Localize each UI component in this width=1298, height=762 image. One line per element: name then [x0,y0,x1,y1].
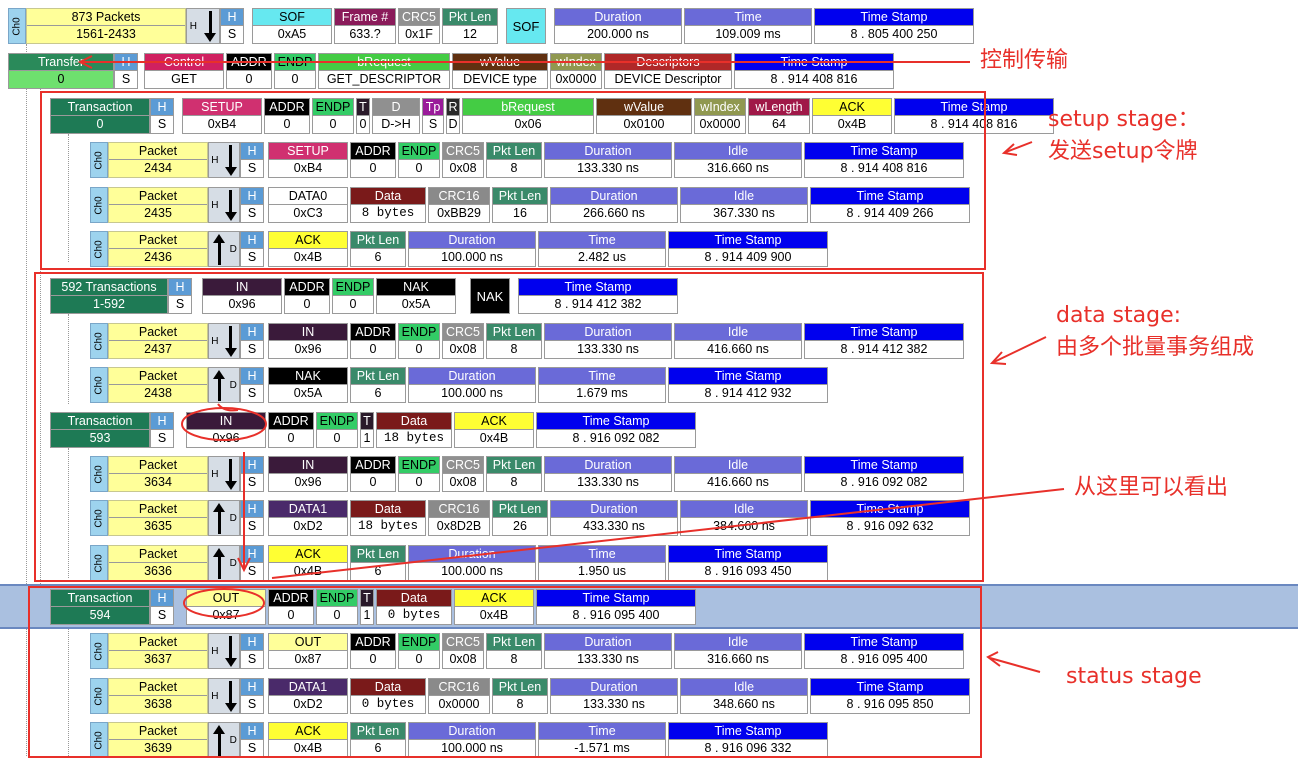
frame--field[interactable]: Frame #633.? [334,8,396,44]
annotation-control-transfer: 控制传输 [980,48,1069,73]
annotation-see-here: 从这里可以看出 [1074,475,1229,500]
descriptors-field[interactable]: Descriptors DEVICE Descriptor [604,53,732,89]
annotation-setup-stage: setup stage： [1048,107,1200,132]
transfer-row[interactable]: Transfer 0 HS [8,53,138,89]
sof-tail: Duration 200.000 ns Time 109.009 ms Time Sta… [554,8,974,44]
addr-field[interactable]: ADDR 0 [226,53,272,89]
setup-stage-box [40,91,986,270]
tree-line [26,44,27,756]
transfer-fields: Control GET ADDR 0 ENDP 0 bRequest GET_DESCRIPT… [144,53,894,89]
windex-field[interactable]: wIndex 0x0000 [550,53,602,89]
time-stamp-field[interactable]: Time Stamp 8 . 914 408 816 [734,53,894,89]
sof-field[interactable]: SOF 0xA5 [252,8,332,44]
direction-indicator: H [186,8,220,44]
annotation-data-desc: 由多个批量事务组成 [1056,335,1255,360]
usb-protocol-analyzer-view: { "colors":{"accent_red":"#e8302a","pack… [0,0,1298,762]
speed-cell: HS [114,53,138,89]
sof-group-row[interactable]: Ch0 873 Packets 1561-2433 H HS [8,8,244,44]
endp-field[interactable]: ENDP 0 [274,53,316,89]
channel-tag: Ch0 [8,8,26,44]
speed-cell: HS [220,8,244,44]
crc5-field[interactable]: CRC5 0x1F [398,8,440,44]
sof-tag: SOF [506,8,546,44]
sof-fields: SOF 0xA5 Frame #633.? CRC5 0x1F Pkt Len 12 [252,8,498,44]
annotation-setup-desc: 发送setup令牌 [1048,139,1198,164]
time-field[interactable]: Time 109.009 ms [684,8,812,44]
duration-field[interactable]: Duration 200.000 ns [554,8,682,44]
data-stage-box [34,272,984,582]
status-stage-box [28,586,982,758]
wvalue-field[interactable]: wValue DEVICE type [452,53,548,89]
pkt-len-field[interactable]: Pkt Len 12 [442,8,498,44]
time-stamp-field[interactable]: Time Stamp 8 . 805 400 250 [814,8,974,44]
packet-group-cell[interactable]: 873 Packets 1561-2433 [26,8,186,44]
control-field[interactable]: Control GET [144,53,224,89]
annotation-data-stage: data stage: [1056,303,1182,328]
brequest-field[interactable]: bRequest GET_DESCRIPTOR [318,53,450,89]
transfer-name[interactable]: Transfer 0 [8,53,114,89]
annotation-status-stage: status stage [1066,664,1202,689]
